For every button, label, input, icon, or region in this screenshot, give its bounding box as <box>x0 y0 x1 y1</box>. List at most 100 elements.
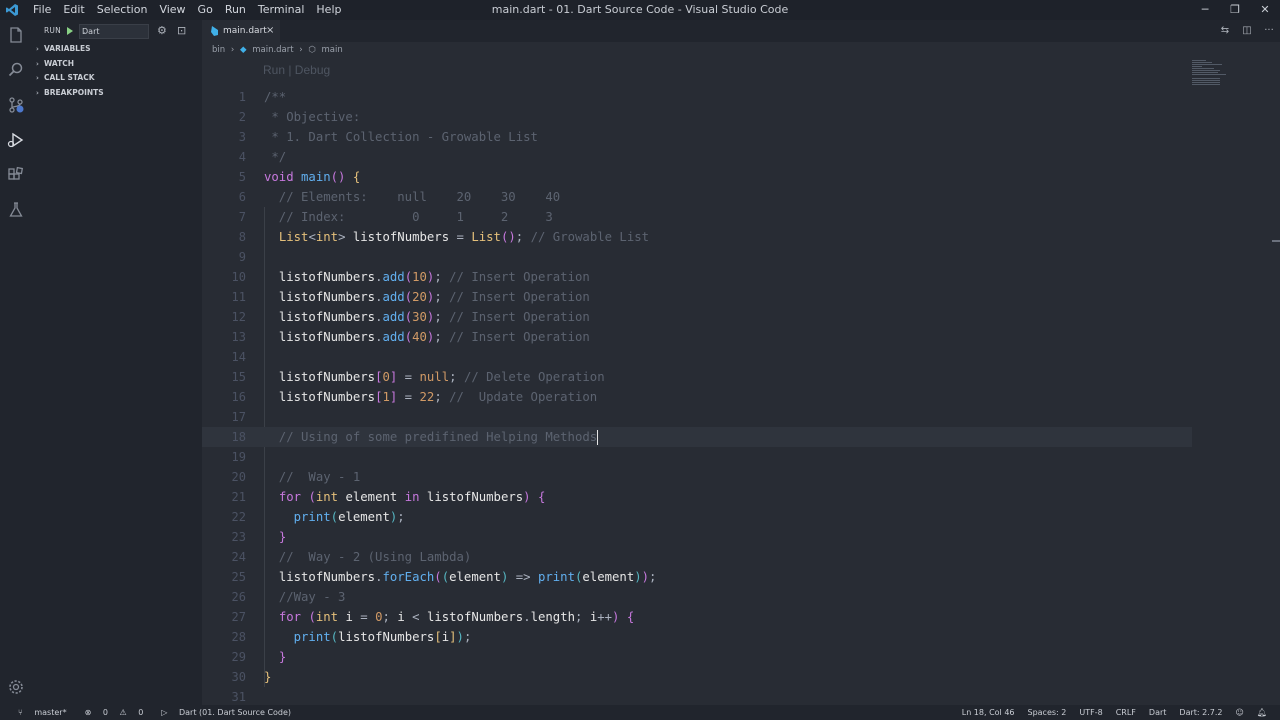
menu-view[interactable]: View <box>153 0 191 20</box>
line-text: listofNumbers.add(30); // Insert Operati… <box>264 307 590 327</box>
extensions-icon[interactable] <box>7 166 25 184</box>
testing-flask-icon[interactable] <box>7 201 25 219</box>
code-line[interactable]: 27 for (int i = 0; i < listofNumbers.len… <box>202 607 1192 627</box>
open-launch-json-gear-icon[interactable]: ⚙ <box>157 24 167 37</box>
line-text: } <box>264 667 271 687</box>
code-line[interactable]: 29 } <box>202 647 1192 667</box>
code-line[interactable]: 30} <box>202 667 1192 687</box>
line-number: 10 <box>231 270 246 284</box>
branch-status[interactable]: ⑂ master* <box>9 705 67 720</box>
code-line[interactable]: 17 <box>202 407 1192 427</box>
section-variables[interactable]: › VARIABLES <box>36 42 91 56</box>
code-line[interactable]: 22 print(element); <box>202 507 1192 527</box>
menu-selection[interactable]: Selection <box>91 0 154 20</box>
section-watch[interactable]: › WATCH <box>36 57 74 71</box>
codelens-run-debug[interactable]: Run | Debug <box>263 60 330 80</box>
code-line[interactable]: 18 // Using of some predifined Helping M… <box>202 427 1192 447</box>
code-line[interactable]: 2 * Objective: <box>202 107 1192 127</box>
code-line[interactable]: 7 // Index: 0 1 2 3 <box>202 207 1192 227</box>
close-tab-icon[interactable]: × <box>266 20 274 42</box>
breadcrumb-symbol[interactable]: main <box>322 45 343 55</box>
feedback-icon[interactable]: ☺ <box>1236 705 1244 720</box>
code-line[interactable]: 26 //Way - 3 <box>202 587 1192 607</box>
warning-icon: ⚠ <box>119 708 127 717</box>
scrollbar-indicator[interactable] <box>1272 240 1280 242</box>
code-line[interactable]: 1 /** <box>202 87 1192 107</box>
code-line[interactable]: 21 for (int element in listofNumbers) { <box>202 487 1192 507</box>
menu-file[interactable]: File <box>27 0 57 20</box>
split-editor-icon[interactable]: ◫ <box>1236 20 1258 42</box>
restore-icon[interactable]: ❐ <box>1220 0 1250 20</box>
open-changes-icon[interactable]: ⇆ <box>1214 20 1236 42</box>
code-token: > <box>338 230 353 244</box>
code-line[interactable]: 24 // Way - 2 (Using Lambda) <box>202 547 1192 567</box>
code-token: main <box>301 170 331 184</box>
code-line[interactable]: 10 listofNumbers.add(10); // Insert Oper… <box>202 267 1192 287</box>
code-token: ; <box>382 610 398 624</box>
cursor-position[interactable]: Ln 18, Col 46 <box>962 705 1015 720</box>
code-line[interactable]: 3 * 1. Dart Collection - Growable List <box>202 127 1192 147</box>
problems-status[interactable]: ⊗ 0 ⚠ 0 <box>76 705 144 720</box>
run-debug-icon[interactable] <box>7 131 25 149</box>
launch-config-select[interactable]: Dart ⌄ <box>79 24 149 39</box>
code-token: () <box>500 230 516 244</box>
minimize-icon[interactable]: ─ <box>1190 0 1220 20</box>
line-text: for (int element in listofNumbers) { <box>264 487 546 507</box>
code-line[interactable]: 28 print(listofNumbers[i]); <box>202 627 1192 647</box>
menu-edit[interactable]: Edit <box>57 0 90 20</box>
sdk-version[interactable]: Dart: 2.7.2 <box>1179 705 1222 720</box>
code-line[interactable]: 5 void main() { <box>202 167 1192 187</box>
language-mode[interactable]: Dart <box>1149 705 1167 720</box>
minimap[interactable] <box>1192 60 1230 100</box>
explorer-icon[interactable] <box>7 26 25 44</box>
code-token: ) <box>456 630 464 644</box>
code-line[interactable]: 25 listofNumbers.forEach((element) => pr… <box>202 567 1192 587</box>
debug-status[interactable]: ▷ Dart (01. Dart Source Code) <box>152 705 291 720</box>
start-debugging-icon[interactable] <box>67 27 73 35</box>
code-line[interactable]: 15 listofNumbers[0] = null; // Delete Op… <box>202 367 1192 387</box>
code-line[interactable]: 23 } <box>202 527 1192 547</box>
code-line[interactable]: 12 listofNumbers.add(30); // Insert Oper… <box>202 307 1192 327</box>
breadcrumb-folder[interactable]: bin <box>212 45 225 55</box>
menu-terminal[interactable]: Terminal <box>252 0 311 20</box>
code-token: */ <box>264 150 287 164</box>
code-line[interactable]: 13 listofNumbers.add(40); // Insert Oper… <box>202 327 1192 347</box>
encoding[interactable]: UTF-8 <box>1079 705 1102 720</box>
notifications-bell-icon[interactable]: 🔔︎ <box>1257 705 1267 720</box>
line-ending[interactable]: CRLF <box>1116 705 1136 720</box>
settings-gear-icon[interactable] <box>7 678 25 696</box>
code-line[interactable]: 4 */ <box>202 147 1192 167</box>
source-control-icon[interactable] <box>7 96 25 114</box>
close-window-icon[interactable]: ✕ <box>1250 0 1280 20</box>
line-number: 1 <box>238 90 246 104</box>
code-line[interactable]: 8 List<int> listofNumbers = List(); // G… <box>202 227 1192 247</box>
line-number: 27 <box>231 610 246 624</box>
code-line[interactable]: 19 <box>202 447 1192 467</box>
menu-go[interactable]: Go <box>192 0 219 20</box>
code-line[interactable]: 20 // Way - 1 <box>202 467 1192 487</box>
code-line[interactable]: 31 <box>202 687 1192 707</box>
code-line[interactable]: 6 // Elements: null 20 30 40 <box>202 187 1192 207</box>
more-actions-icon[interactable]: ··· <box>1258 20 1280 42</box>
debug-console-icon[interactable]: ⊡ <box>177 24 186 37</box>
menu-help[interactable]: Help <box>310 0 347 20</box>
tab-main-dart[interactable]: main.dart × <box>202 20 280 42</box>
breadcrumb-file[interactable]: main.dart <box>252 45 293 55</box>
search-icon[interactable] <box>7 61 25 79</box>
code-token: ) <box>641 570 650 584</box>
section-call-stack[interactable]: › CALL STACK <box>36 71 95 85</box>
section-breakpoints[interactable]: › BREAKPOINTS <box>36 86 104 100</box>
code-line[interactable]: 14 <box>202 347 1192 367</box>
code-line[interactable]: 16 listofNumbers[1] = 22; // Update Oper… <box>202 387 1192 407</box>
line-text: listofNumbers.add(10); // Insert Operati… <box>264 267 590 287</box>
code-line[interactable]: 11 listofNumbers.add(20); // Insert Oper… <box>202 287 1192 307</box>
indentation[interactable]: Spaces: 2 <box>1028 705 1067 720</box>
code-token: add <box>382 290 405 304</box>
code-line[interactable]: 9 <box>202 247 1192 267</box>
code-token: i <box>441 630 450 644</box>
menu-run[interactable]: Run <box>219 0 252 20</box>
